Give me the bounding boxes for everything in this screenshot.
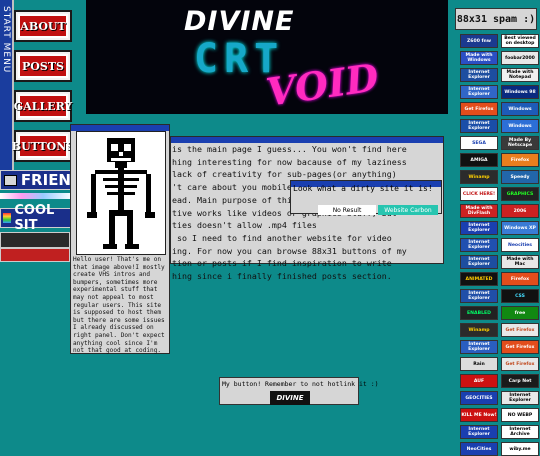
badge-88x31[interactable]: CLICK HERE! xyxy=(460,187,498,201)
badge-88x31[interactable]: Winamp xyxy=(460,323,498,337)
badge-88x31[interactable]: GRAPHICS xyxy=(501,187,539,201)
badge-88x31[interactable]: Get Firefox xyxy=(460,102,498,116)
badge-88x31[interactable]: Windows 98 xyxy=(501,85,539,99)
badge-88x31[interactable]: Get Firefox xyxy=(501,323,539,337)
badge-88x31[interactable]: Winamp xyxy=(460,170,498,184)
badge-88x31[interactable]: AUF xyxy=(460,374,498,388)
badge-88x31[interactable]: NeoCities xyxy=(460,442,498,456)
nav-button-posts[interactable]: POSTS xyxy=(14,50,72,82)
badge-88x31[interactable]: Internet Explorer xyxy=(460,85,498,99)
my-button-note: My button! Remember to not hotlink it :) xyxy=(222,380,379,388)
cool-sites-header: COOL SIT xyxy=(0,203,72,233)
badge-88x31[interactable]: GEOCITIES xyxy=(460,391,498,405)
cool-sites-label: COOL SIT xyxy=(14,203,55,233)
badge-88x31[interactable]: Carp Net xyxy=(501,374,539,388)
friends-header: FRIEN xyxy=(0,170,72,190)
badge-88x31[interactable]: Internet Explorer xyxy=(460,221,498,235)
badge-88x31[interactable]: Firefox xyxy=(501,153,539,167)
skeleton-image xyxy=(76,131,166,255)
badge-88x31[interactable]: Made with Windows xyxy=(460,51,498,65)
header-banner: DIVINE CRT VOID xyxy=(86,0,448,114)
nav-posts-label: POSTS xyxy=(22,59,64,73)
badge-88x31[interactable]: Windows xyxy=(501,119,539,133)
badge-88x31[interactable]: Z600 fnw xyxy=(460,34,498,48)
badge-88x31[interactable]: Get Firefox xyxy=(501,357,539,371)
friends-divider xyxy=(0,193,72,199)
badge-88x31[interactable]: Get Firefox xyxy=(501,340,539,354)
nav-gallery-label: GALLERY xyxy=(13,99,73,113)
cool-site-button-1[interactable] xyxy=(0,232,70,248)
badge-88x31[interactable]: Internet Explorer xyxy=(460,119,498,133)
badge-88x31[interactable]: KILL ME Now! xyxy=(460,408,498,422)
badge-88x31[interactable]: AMIGA xyxy=(460,153,498,167)
about-me-text: Hello user! That's me on that image abov… xyxy=(73,256,165,355)
badge-88x31[interactable]: Made with DivFlash xyxy=(460,204,498,218)
divine-88x31-button[interactable]: DIVINE xyxy=(270,391,310,405)
badge-88x31[interactable]: Firefox xyxy=(501,272,539,286)
spam-title: 88x31 spam :) xyxy=(455,8,537,30)
nav-button-buttons[interactable]: BUTTONS xyxy=(11,130,75,162)
nav-button-gallery[interactable]: GALLERY xyxy=(14,90,72,122)
badge-88x31[interactable]: 2006 xyxy=(501,204,539,218)
badge-88x31[interactable]: Best viewed on desktop xyxy=(501,34,539,48)
start-menu-label: START MENU xyxy=(1,6,11,74)
badge-88x31[interactable]: Internet Explorer xyxy=(460,68,498,82)
nav-button-about[interactable]: ABOUT xyxy=(14,10,72,42)
spam-button-grid: Z600 fnw Best viewed on desktop Made with … xyxy=(460,34,540,456)
badge-88x31[interactable]: Windows xyxy=(501,102,539,116)
friends-label: FRIEN xyxy=(20,171,71,189)
website-carbon-button[interactable]: Website Carbon xyxy=(378,205,438,215)
badge-88x31[interactable]: Made By Netscape xyxy=(501,136,539,150)
rainbow-icon xyxy=(3,213,12,223)
badge-88x31[interactable]: Neocities xyxy=(501,238,539,252)
nav-about-label: ABOUT xyxy=(20,19,66,33)
badge-88x31[interactable]: Windows XP xyxy=(501,221,539,235)
start-menu-strip[interactable]: START MENU xyxy=(0,0,14,180)
badge-88x31[interactable]: ANIMATED xyxy=(460,272,498,286)
badge-88x31[interactable]: ENABLED xyxy=(460,306,498,320)
badge-88x31[interactable]: Rain xyxy=(460,357,498,371)
nav-buttons-label: BUTTONS xyxy=(11,139,75,153)
logo-divine: DIVINE xyxy=(184,6,295,37)
badge-88x31[interactable]: Internet Explorer xyxy=(460,289,498,303)
skeleton-icon xyxy=(77,132,165,254)
badge-88x31[interactable]: Internet Explorer xyxy=(460,238,498,252)
badge-88x31[interactable]: wiby.me xyxy=(501,442,539,456)
no-result-button[interactable]: No Result xyxy=(318,205,376,215)
popup-title: Look what a dirty site it is! xyxy=(293,184,433,193)
badge-88x31[interactable]: Made with Notepad xyxy=(501,68,539,82)
cool-site-button-2[interactable] xyxy=(0,248,70,262)
badge-88x31[interactable]: Internet Explorer xyxy=(460,340,498,354)
computer-icon xyxy=(4,174,17,186)
badge-88x31[interactable]: free xyxy=(501,306,539,320)
badge-88x31[interactable]: Internet Explorer xyxy=(501,391,539,405)
badge-88x31[interactable]: Speedy xyxy=(501,170,539,184)
badge-88x31[interactable]: Internet Explorer xyxy=(460,255,498,269)
badge-88x31[interactable]: Made with Mac xyxy=(501,255,539,269)
badge-88x31[interactable]: Internet Explorer xyxy=(460,425,498,439)
badge-88x31[interactable]: foobar2000 xyxy=(501,51,539,65)
badge-88x31[interactable]: CSS xyxy=(501,289,539,303)
badge-88x31[interactable]: Internet Archive xyxy=(501,425,539,439)
badge-88x31[interactable]: SEGA xyxy=(460,136,498,150)
badge-88x31[interactable]: NO WEBP xyxy=(501,408,539,422)
